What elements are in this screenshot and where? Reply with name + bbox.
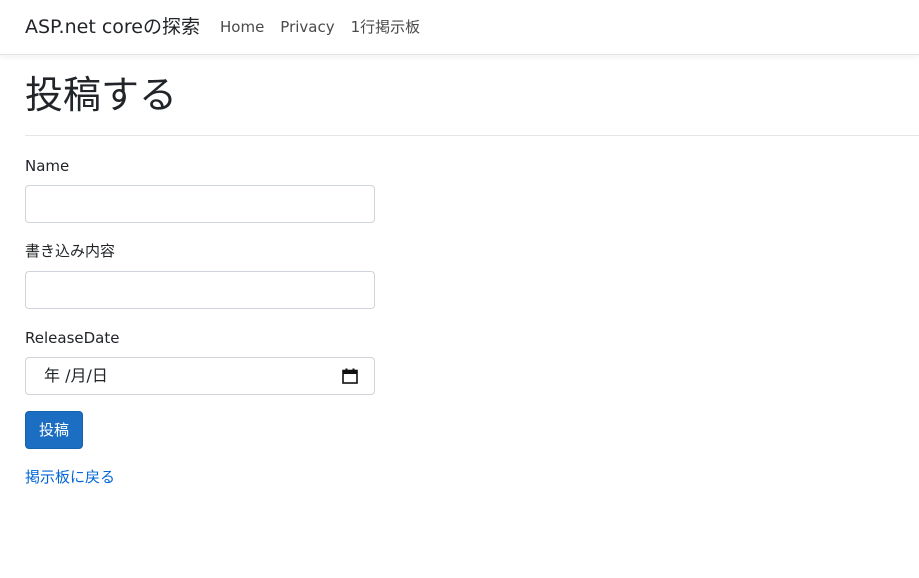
back-to-bbs-link[interactable]: 掲示板に戻る — [25, 467, 115, 487]
page-title: 投稿する — [25, 73, 178, 117]
content-label: 書き込み内容 — [25, 242, 116, 260]
calendar-icon[interactable] — [342, 368, 358, 384]
name-label: Name — [25, 157, 70, 175]
nav-link-bbs[interactable]: 1行掲示板 — [351, 17, 421, 37]
navbar: ASP.net coreの探索 Home Privacy 1行掲示板 — [0, 0, 919, 55]
release-date-placeholder: 年 /月/日 — [44, 366, 108, 385]
release-date-label: ReleaseDate — [25, 329, 120, 347]
content-input[interactable] — [25, 271, 375, 309]
nav-menu: Home Privacy 1行掲示板 — [220, 17, 436, 37]
title-divider — [25, 135, 919, 136]
submit-button[interactable]: 投稿 — [25, 411, 83, 449]
brand-link[interactable]: ASP.net coreの探索 — [25, 14, 200, 40]
name-input[interactable] — [25, 185, 375, 223]
nav-link-home[interactable]: Home — [220, 17, 264, 37]
nav-link-privacy[interactable]: Privacy — [280, 17, 334, 37]
release-date-input[interactable]: 年 /月/日 — [25, 357, 375, 395]
